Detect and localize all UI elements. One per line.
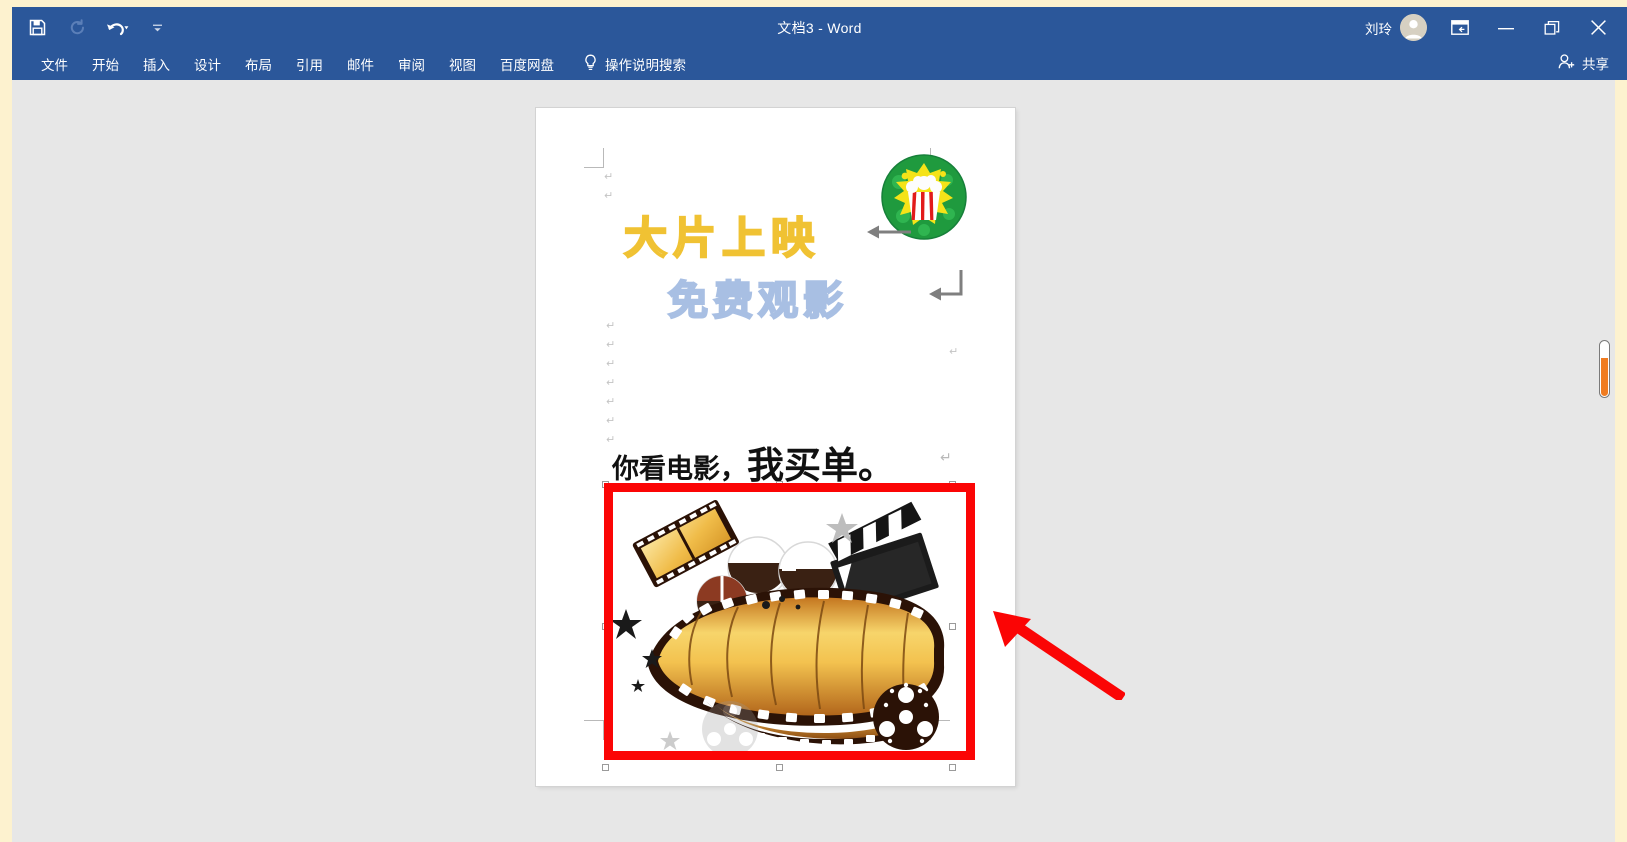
paragraph-mark: ↵ xyxy=(606,319,616,332)
resize-handle-sw[interactable] xyxy=(602,764,609,771)
close-icon[interactable] xyxy=(1575,7,1621,48)
ribbon-display-options-icon[interactable] xyxy=(1437,7,1483,48)
redo-icon[interactable] xyxy=(64,15,90,41)
tell-me-label: 操作说明搜索 xyxy=(605,58,686,73)
paragraph-mark: ↵ xyxy=(606,414,616,427)
ribbon-tab-bar: 文件 开始 插入 设计 布局 引用 邮件 审阅 视图 百度网盘 操作说明搜索 共… xyxy=(12,48,1627,80)
wordart-line-2[interactable]: 免费观影 xyxy=(667,268,848,326)
paragraph-mark: ↵ xyxy=(949,345,959,358)
tell-me-search[interactable]: 操作说明搜索 xyxy=(583,54,686,74)
menu-item-insert[interactable]: 插入 xyxy=(132,50,181,78)
wordart-pointer-arrow-2 xyxy=(929,270,963,301)
title-bar: 文档3 - Word 刘玲 xyxy=(12,7,1627,48)
quick-access-toolbar xyxy=(24,7,170,48)
vertical-scrollbar[interactable] xyxy=(1597,80,1611,842)
customize-qat-icon[interactable] xyxy=(144,15,170,41)
popcorn-emblem-icon[interactable] xyxy=(881,154,967,240)
paragraph-mark: ↵ xyxy=(940,450,952,466)
menu-item-design[interactable]: 设计 xyxy=(183,50,232,78)
account-name: 刘玲 xyxy=(1365,21,1392,37)
share-button[interactable]: 共享 xyxy=(1558,53,1609,73)
undo-icon[interactable] xyxy=(104,15,130,41)
resize-handle-e[interactable] xyxy=(949,623,956,630)
paragraph-mark: ↵ xyxy=(606,338,616,351)
paragraph-mark: ↵ xyxy=(606,376,616,389)
resize-handle-ne[interactable] xyxy=(949,481,956,488)
headline-text[interactable]: 你看电影，我买单。 xyxy=(612,435,895,489)
paragraph-mark: ↵ xyxy=(604,170,614,183)
save-icon[interactable] xyxy=(24,15,50,41)
ghost-reel xyxy=(702,701,758,757)
lightbulb-icon xyxy=(583,54,598,74)
scrollbar-thumb[interactable] xyxy=(1599,340,1610,398)
headline-big: 我买单。 xyxy=(747,443,895,487)
menu-item-mailings[interactable]: 邮件 xyxy=(336,50,385,78)
paragraph-mark: ↵ xyxy=(606,357,616,370)
share-label: 共享 xyxy=(1582,57,1609,72)
menu-item-view[interactable]: 视图 xyxy=(438,50,487,78)
margin-mark-bottom-left xyxy=(584,720,604,740)
wordart-line-1[interactable]: 大片上映 xyxy=(623,204,820,266)
margin-mark-top-left xyxy=(584,148,604,168)
titlebar-right-group: 刘玲 xyxy=(1355,7,1621,48)
paragraph-mark: ↵ xyxy=(606,395,616,408)
small-film-strip xyxy=(632,499,739,588)
avatar xyxy=(1400,14,1427,41)
film-reel-clipart[interactable] xyxy=(602,481,956,771)
menu-item-file[interactable]: 文件 xyxy=(30,50,79,78)
share-person-icon xyxy=(1558,53,1577,73)
menu-item-references[interactable]: 引用 xyxy=(285,50,334,78)
document-canvas: ↵ ↵ ↵ ↵ ↵ ↵ ↵ ↵ ↵ ↵ ↵ 大片上映 免费观影 你看电影，我买单… xyxy=(12,80,1615,842)
restore-icon[interactable] xyxy=(1529,7,1575,48)
paragraph-mark: ↵ xyxy=(604,189,614,202)
resize-handle-w[interactable] xyxy=(602,623,609,630)
account-button[interactable]: 刘玲 xyxy=(1355,14,1437,41)
menu-item-baidu-netdisk[interactable]: 百度网盘 xyxy=(489,50,565,78)
document-page[interactable]: ↵ ↵ ↵ ↵ ↵ ↵ ↵ ↵ ↵ ↵ ↵ 大片上映 免费观影 你看电影，我买单… xyxy=(536,108,1015,786)
resize-handle-nw[interactable] xyxy=(602,481,609,488)
menu-item-home[interactable]: 开始 xyxy=(81,50,130,78)
minimize-icon[interactable] xyxy=(1483,7,1529,48)
resize-handle-s[interactable] xyxy=(776,764,783,771)
resize-handle-se[interactable] xyxy=(949,764,956,771)
menu-item-layout[interactable]: 布局 xyxy=(234,50,283,78)
word-window: 文档3 - Word 刘玲 文件 开始 插入 设计 布局 引用 邮件 审阅 视图… xyxy=(0,0,1627,842)
menu-item-review[interactable]: 审阅 xyxy=(387,50,436,78)
headline-small: 你看电影， xyxy=(612,454,747,485)
